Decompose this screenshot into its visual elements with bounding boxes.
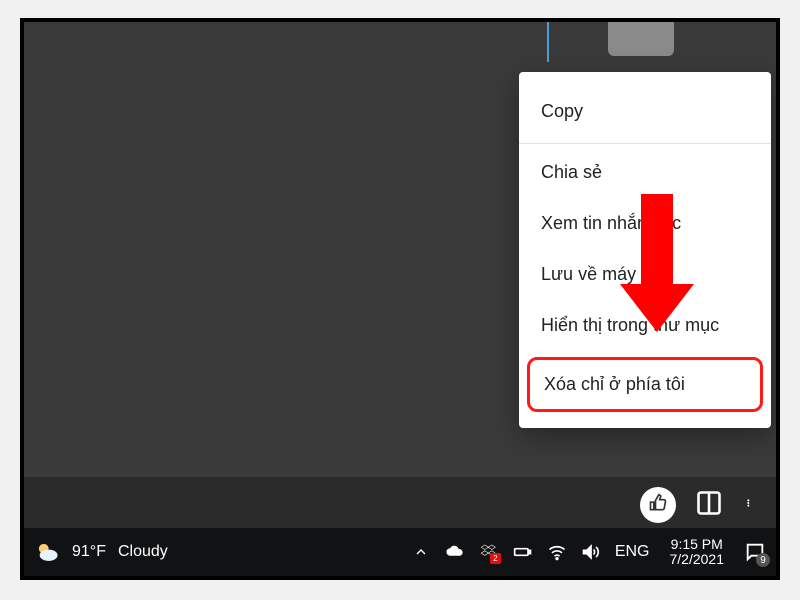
ime-language[interactable]: ENG (615, 543, 650, 561)
clock-time: 9:15 PM (671, 537, 723, 552)
app-frame: Copy Chia sẻ Xem tin nhắn gốc Lưu về máy… (20, 18, 780, 580)
message-bubble-fragment (608, 22, 674, 56)
dropbox-icon[interactable]: 2 (479, 542, 499, 562)
onedrive-icon[interactable] (445, 542, 465, 562)
menu-item-delete-for-me[interactable]: Xóa chỉ ở phía tôi (527, 357, 763, 412)
reaction-toolbar (24, 477, 776, 533)
menu-item-share[interactable]: Chia sẻ (519, 143, 771, 198)
menu-item-show-in-folder[interactable]: Hiển thị trong thư mục (519, 300, 771, 351)
layout-toggle-button[interactable] (694, 490, 724, 520)
message-edge-line (547, 22, 549, 62)
thumbs-up-icon (648, 493, 668, 518)
wifi-icon[interactable] (547, 542, 567, 562)
clock-date: 7/2/2021 (670, 552, 725, 567)
tray-chevron-icon[interactable] (411, 542, 431, 562)
clock-area[interactable]: 9:15 PM 7/2/2021 (664, 537, 731, 568)
layout-icon (695, 489, 723, 522)
like-button[interactable] (640, 487, 676, 523)
kebab-icon (747, 490, 755, 521)
dropbox-badge-count: 2 (490, 553, 501, 564)
menu-item-save[interactable]: Lưu về máy (519, 249, 771, 300)
notification-count: 9 (756, 553, 770, 567)
menu-item-copy[interactable]: Copy (519, 86, 771, 137)
context-menu: Copy Chia sẻ Xem tin nhắn gốc Lưu về máy… (519, 72, 771, 428)
weather-temp[interactable]: 91°F (72, 543, 106, 561)
windows-taskbar[interactable]: 91°F Cloudy 2 (24, 528, 776, 576)
action-center-button[interactable]: 9 (744, 541, 766, 563)
system-tray[interactable]: 2 ENG 9:15 PM 7/2/2021 (411, 537, 766, 568)
more-options-button[interactable] (742, 491, 760, 519)
menu-item-view-original[interactable]: Xem tin nhắn gốc (519, 198, 771, 249)
weather-text[interactable]: Cloudy (118, 543, 168, 561)
battery-icon[interactable] (513, 542, 533, 562)
volume-icon[interactable] (581, 542, 601, 562)
weather-icon (34, 539, 60, 565)
